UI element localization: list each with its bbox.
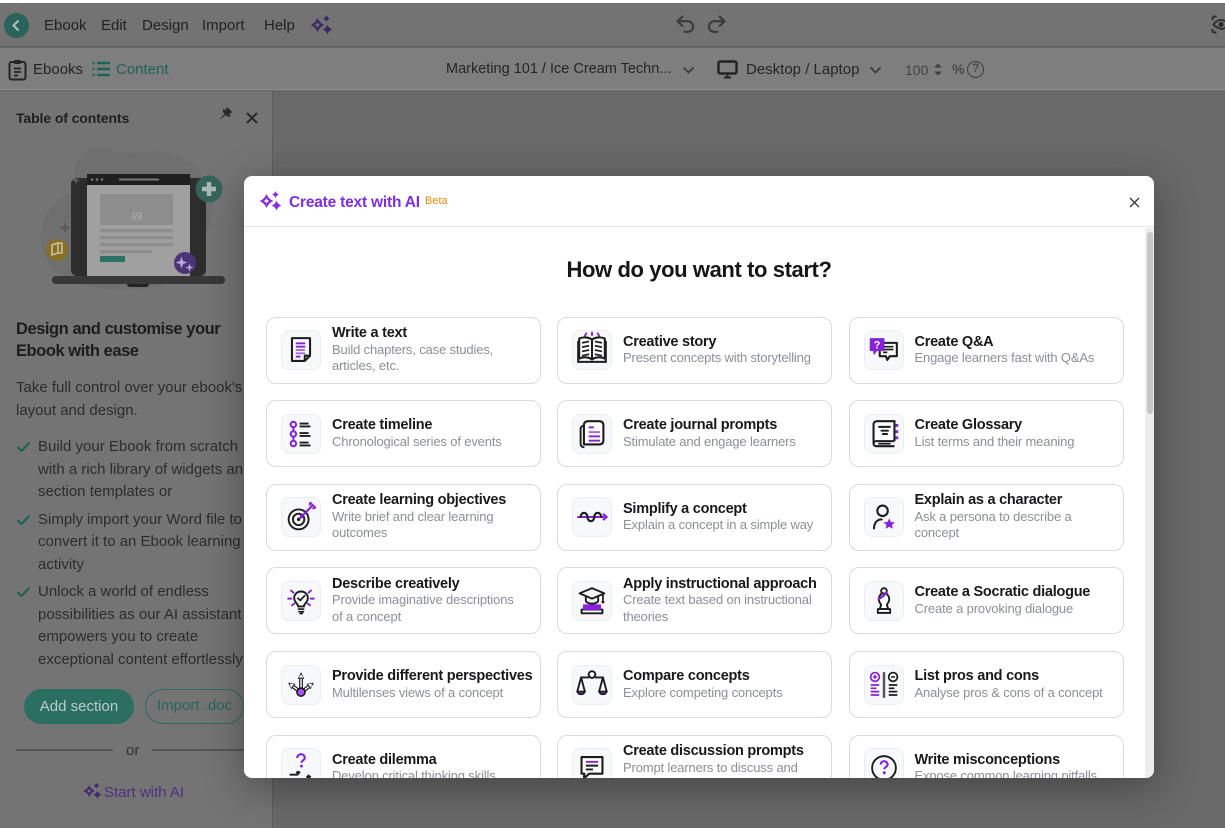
svg-text:?: ?	[873, 339, 880, 351]
